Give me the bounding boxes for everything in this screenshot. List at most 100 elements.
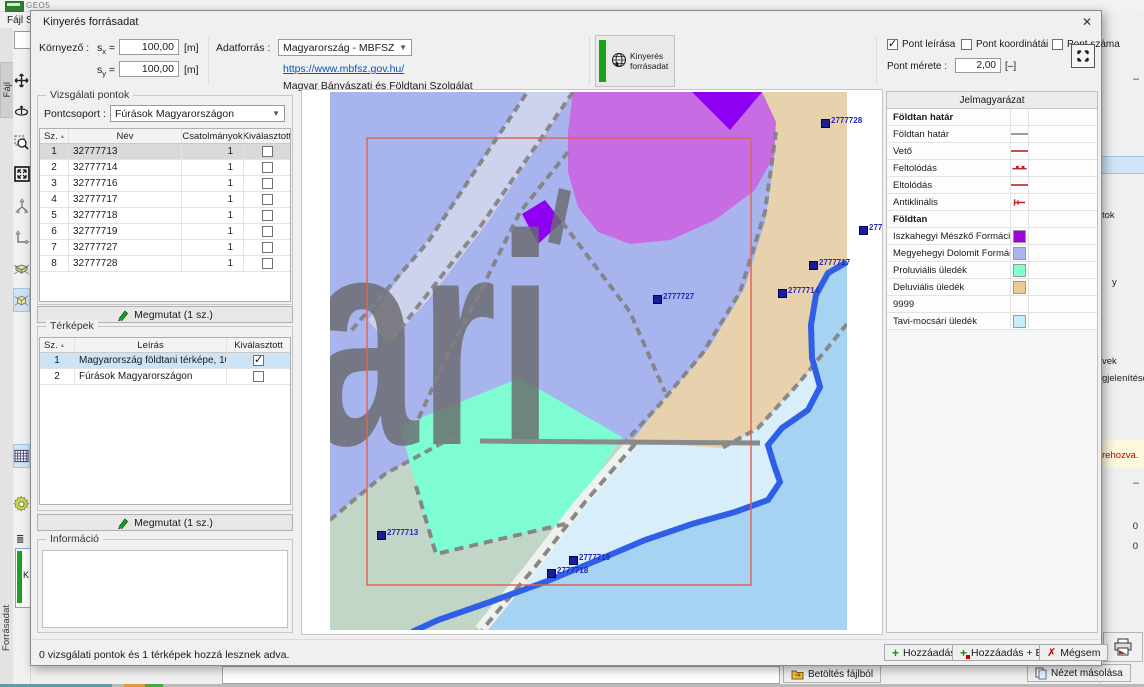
- points-table-row[interactable]: 4327777171: [40, 192, 290, 208]
- point-coords-checkbox[interactable]: [961, 39, 972, 50]
- legend-blank-cell: [1028, 279, 1097, 295]
- points-table-row[interactable]: 6327777191: [40, 224, 290, 240]
- legend-symbol: [1010, 211, 1028, 227]
- col-csatolmanyok[interactable]: Csatolmányok: [182, 129, 244, 143]
- maps-group-title: Térképek: [46, 320, 98, 332]
- separator: [208, 37, 209, 85]
- point-desc-checkbox[interactable]: [887, 39, 898, 50]
- extract-button-label: Kinyerésforrásadat: [630, 51, 668, 71]
- row-select-checkbox[interactable]: [262, 178, 273, 189]
- pointgroup-select[interactable]: Fúrások Magyarországon ▼: [110, 105, 285, 122]
- bg-fragment: vek: [1102, 356, 1117, 367]
- point-square-icon: [778, 289, 787, 298]
- axes-2d-tool-button[interactable]: [13, 226, 30, 250]
- col-kivalasztott[interactable]: Kiválasztott: [244, 129, 290, 143]
- row-select-checkbox[interactable]: [262, 162, 273, 173]
- maps-group: Térképek Sz. Leírás Kiválasztott 1Magyar…: [37, 326, 293, 511]
- pan-tool-button[interactable]: [13, 68, 30, 92]
- point-square-icon: [653, 295, 662, 304]
- dialog-close-button[interactable]: ✕: [1077, 14, 1097, 31]
- legend-symbol: [1010, 160, 1028, 176]
- maps-table-row[interactable]: 2Fúrások Magyarországon: [40, 369, 290, 385]
- points-table-row[interactable]: 7327777271: [40, 240, 290, 256]
- background-path-input[interactable]: [222, 666, 780, 684]
- col-sz[interactable]: Sz.: [40, 129, 69, 143]
- extract-source-data-button[interactable]: Kinyerésforrásadat: [595, 35, 675, 87]
- table-view-tool-button[interactable]: [13, 444, 30, 468]
- points-table-row[interactable]: 8327777281: [40, 256, 290, 272]
- view-3d-tool-button[interactable]: [13, 288, 30, 312]
- legend-symbol: [1010, 313, 1028, 329]
- legend-label: Eltolódás: [887, 180, 1010, 191]
- sx-input[interactable]: 100,00: [119, 39, 179, 55]
- rotate-tool-button[interactable]: [13, 99, 30, 123]
- row-select-checkbox[interactable]: [262, 226, 273, 237]
- map-point-marker: 2777718: [547, 566, 588, 578]
- point-size-unit: [–]: [1005, 61, 1016, 72]
- settings-tool-button[interactable]: [13, 492, 30, 516]
- legend-row: Megyehegyi Dolomit Formáció: [887, 245, 1097, 262]
- points-table-row[interactable]: 3327777161: [40, 176, 290, 192]
- point-label: 2777727: [663, 292, 694, 301]
- bg-fragment: tok: [1102, 210, 1115, 221]
- col-sz[interactable]: Sz.: [40, 338, 75, 352]
- point-label: 2777716: [869, 223, 883, 232]
- map-view[interactable]: ari 277772827777162777717277771427777272…: [301, 89, 883, 635]
- globe-download-icon: [610, 52, 628, 70]
- sy-input[interactable]: 100,00: [119, 61, 179, 77]
- legend-blank-cell: [1028, 262, 1097, 278]
- fullscreen-button[interactable]: [1071, 44, 1095, 68]
- point-square-icon: [859, 226, 868, 235]
- fit-view-tool-button[interactable]: [13, 162, 30, 186]
- point-coords-option[interactable]: Pont koordinátái: [961, 39, 1048, 50]
- load-from-file-button[interactable]: Betöltés fájlból: [783, 665, 881, 683]
- point-label: 2777713: [387, 528, 418, 537]
- point-desc-option[interactable]: Pont leírása: [887, 39, 955, 50]
- point-size-input[interactable]: 2,00: [955, 58, 1001, 73]
- view-flat-tool-button[interactable]: [13, 257, 30, 281]
- sx-unit: [m]: [184, 42, 199, 54]
- legend-blank-cell: [1028, 177, 1097, 193]
- list-icon[interactable]: ≣: [16, 534, 24, 545]
- maps-table-row[interactable]: 1Magyarország földtani térképe, 100 000: [40, 353, 290, 369]
- point-number-checkbox[interactable]: [1052, 39, 1063, 50]
- panel-collapse-icon[interactable]: –: [1133, 73, 1139, 85]
- color-swatch: [1013, 315, 1026, 328]
- row-select-checkbox[interactable]: [253, 371, 264, 382]
- datasource-link[interactable]: https://www.mbfsz.gov.hu/: [283, 63, 404, 75]
- menu-file[interactable]: Fájl: [7, 15, 23, 26]
- axes-3d-tool-button[interactable]: [13, 194, 30, 218]
- zoom-select-tool-button[interactable]: [13, 130, 30, 154]
- row-select-checkbox[interactable]: [262, 146, 273, 157]
- cancel-button[interactable]: ✗ Mégsem: [1039, 644, 1108, 661]
- vertical-tab-source[interactable]: Forrásadat: [0, 588, 13, 668]
- row-select-checkbox[interactable]: [262, 258, 273, 269]
- maps-rows: 1Magyarország földtani térképe, 100 0002…: [40, 353, 290, 385]
- points-table-row[interactable]: 1327777131: [40, 144, 290, 160]
- map-point-marker: 2777717: [809, 258, 850, 270]
- geological-map: ari: [330, 92, 847, 630]
- row-select-checkbox[interactable]: [262, 242, 273, 253]
- dialog-title: Kinyerés forrásadat: [43, 16, 138, 28]
- legend-row: Vető: [887, 143, 1097, 160]
- legend-symbol: [1010, 143, 1028, 159]
- copy-view-button[interactable]: Nézet másolása: [1027, 664, 1131, 682]
- table-grid-icon: [14, 449, 29, 463]
- col-kivalasztott[interactable]: Kiválasztott: [227, 338, 290, 352]
- points-table-row[interactable]: 2327777141: [40, 160, 290, 176]
- row-select-checkbox[interactable]: [262, 194, 273, 205]
- panel-collapse-icon[interactable]: –: [1133, 477, 1139, 489]
- row-select-checkbox[interactable]: [262, 210, 273, 221]
- rotate-icon: [14, 104, 29, 119]
- plus-close-icon: +: [960, 648, 967, 658]
- show-maps-button[interactable]: Megmutat (1 sz.): [37, 514, 293, 531]
- col-leiras[interactable]: Leírás: [75, 338, 227, 352]
- points-table-row[interactable]: 5327777181: [40, 208, 290, 224]
- new-document-icon[interactable]: [14, 31, 31, 49]
- row-select-checkbox[interactable]: [253, 355, 264, 366]
- datasource-select[interactable]: Magyarország - MBFSZ ▼: [278, 39, 412, 56]
- print-button[interactable]: [1103, 632, 1143, 662]
- col-nev[interactable]: Név: [69, 129, 182, 143]
- sy-unit: [m]: [184, 64, 199, 76]
- chevron-down-icon: ▼: [272, 109, 280, 118]
